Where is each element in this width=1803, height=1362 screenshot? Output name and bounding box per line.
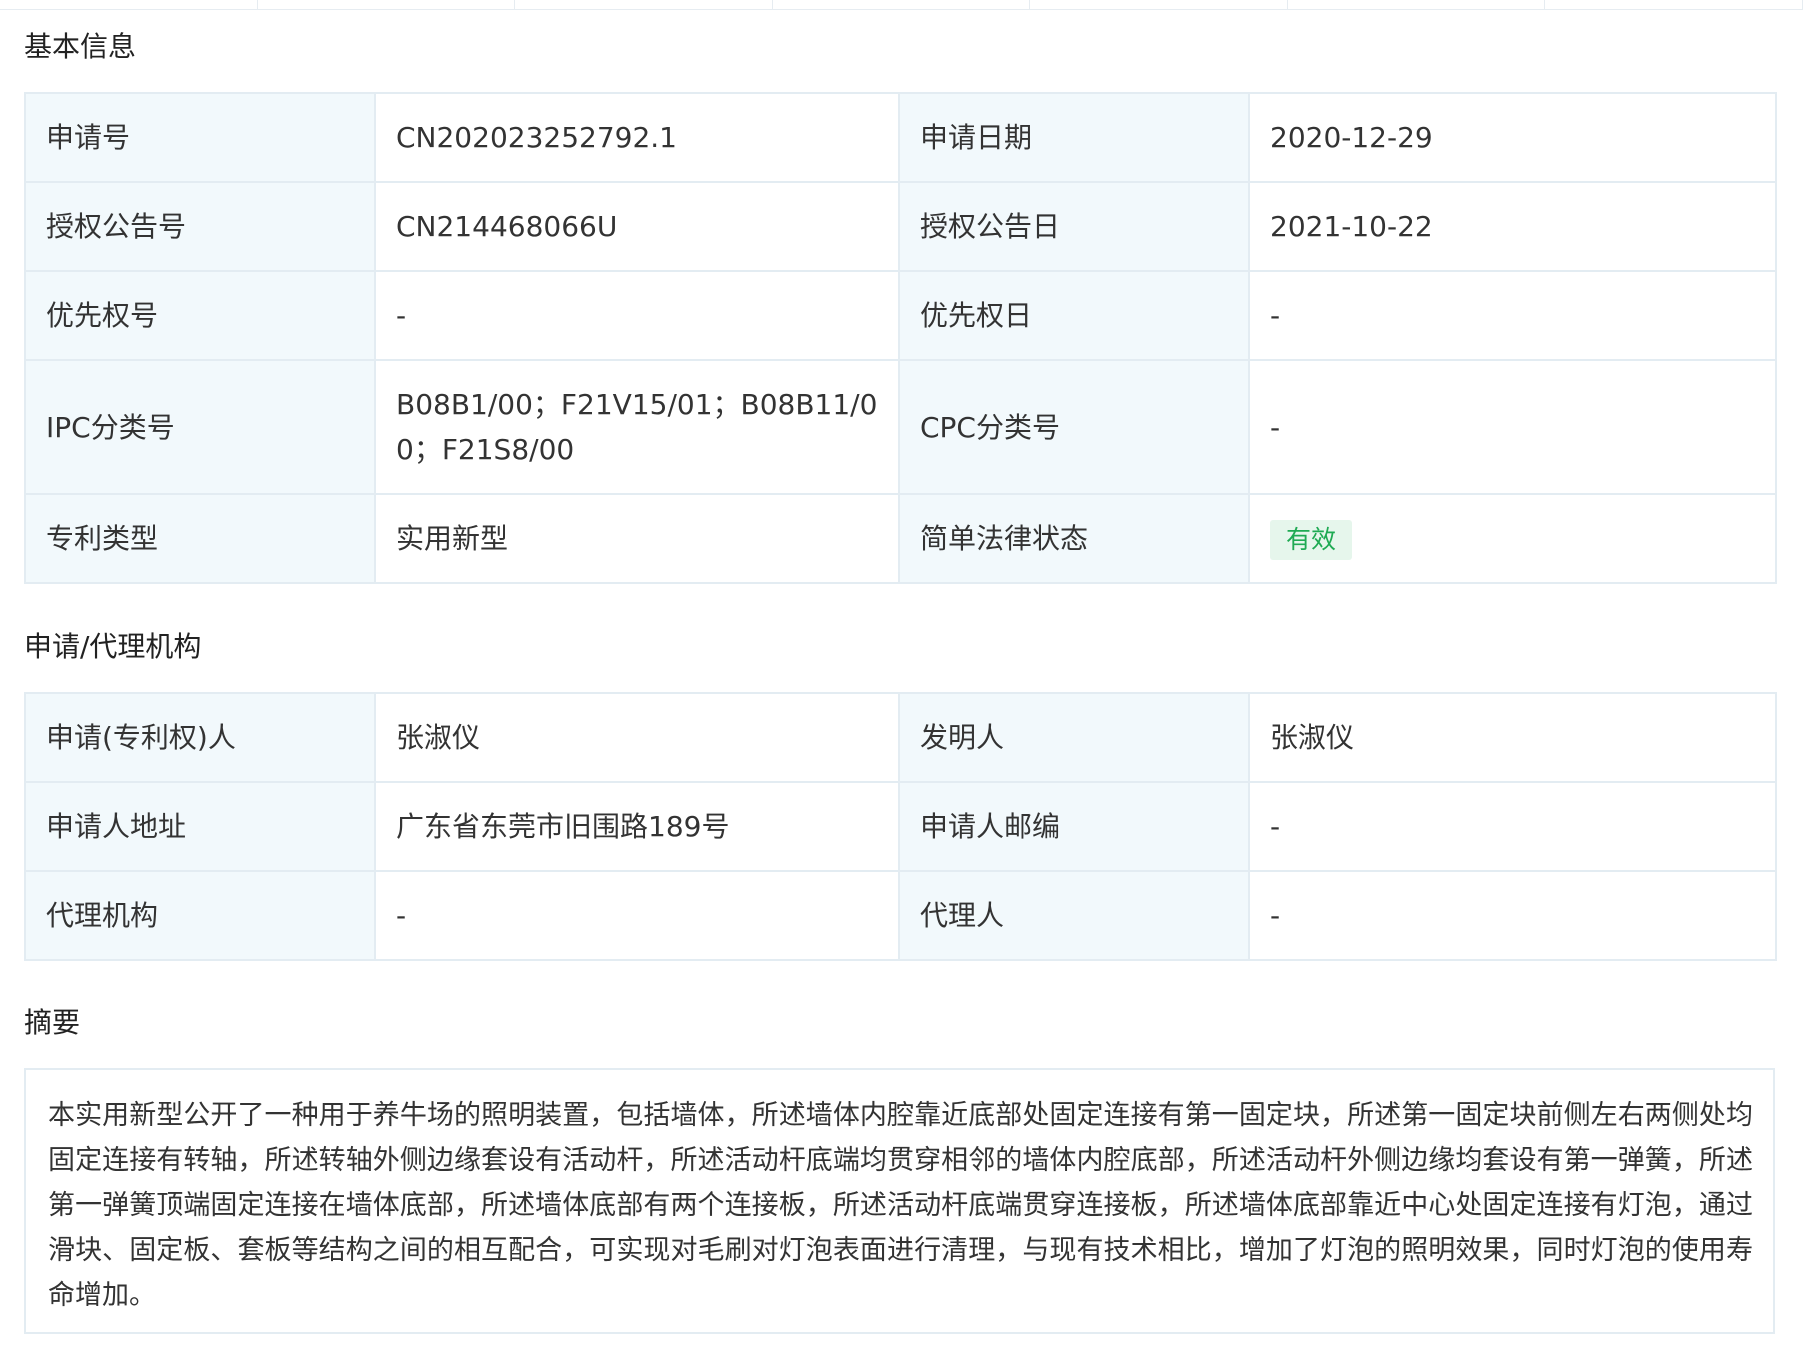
ipc-value-line: 0；F21S8/00 <box>396 433 575 466</box>
table-row: 申请号 CN202023252792.1 申请日期 2020-12-29 <box>24 92 1777 183</box>
section-title-basic-info: 基本信息 <box>24 30 137 63</box>
patent-type-value: 实用新型 <box>374 493 900 584</box>
basic-info-table: 申请号 CN202023252792.1 申请日期 2020-12-29 授权公… <box>24 92 1777 584</box>
top-tab-strip <box>0 0 1803 10</box>
application-number-value: CN202023252792.1 <box>374 92 900 183</box>
postcode-label: 申请人邮编 <box>898 781 1250 872</box>
address-value: 广东省东莞市旧围路189号 <box>374 781 900 872</box>
table-row: 申请人地址 广东省东莞市旧围路189号 申请人邮编 - <box>24 781 1777 872</box>
grant-number-label: 授权公告号 <box>24 181 376 272</box>
table-row: 专利类型 实用新型 简单法律状态 有效 <box>24 493 1777 584</box>
status-badge: 有效 <box>1270 520 1353 560</box>
table-row: 优先权号 - 优先权日 - <box>24 270 1777 361</box>
agent-value: - <box>1248 870 1777 961</box>
priority-number-value: - <box>374 270 900 361</box>
application-number-label: 申请号 <box>24 92 376 183</box>
grant-date-label: 授权公告日 <box>898 181 1250 272</box>
cpc-label: CPC分类号 <box>898 359 1250 495</box>
priority-number-label: 优先权号 <box>24 270 376 361</box>
agency-value: - <box>374 870 900 961</box>
application-date-value: 2020-12-29 <box>1248 92 1777 183</box>
postcode-value: - <box>1248 781 1777 872</box>
inventor-value: 张淑仪 <box>1248 692 1777 783</box>
grant-date-value: 2021-10-22 <box>1248 181 1777 272</box>
top-strip-cell <box>1030 0 1288 9</box>
applicant-table: 申请(专利权)人 张淑仪 发明人 张淑仪 申请人地址 广东省东莞市旧围路189号… <box>24 692 1777 961</box>
ipc-value-line: B08B1/00；F21V15/01；B08B11/0 <box>396 388 878 421</box>
address-label: 申请人地址 <box>24 781 376 872</box>
application-date-label: 申请日期 <box>898 92 1250 183</box>
applicant-value: 张淑仪 <box>374 692 900 783</box>
top-strip-cell <box>0 0 258 9</box>
applicant-label: 申请(专利权)人 <box>24 692 376 783</box>
section-title-abstract: 摘要 <box>24 1006 81 1039</box>
cpc-value: - <box>1248 359 1777 495</box>
table-row: IPC分类号 B08B1/00；F21V15/01；B08B11/0 0；F21… <box>24 359 1777 495</box>
agency-label: 代理机构 <box>24 870 376 961</box>
abstract-text: 本实用新型公开了一种用于养牛场的照明装置，包括墙体，所述墙体内腔靠近底部处固定连… <box>24 1068 1775 1334</box>
priority-date-label: 优先权日 <box>898 270 1250 361</box>
legal-status-cell: 有效 <box>1248 493 1777 584</box>
inventor-label: 发明人 <box>898 692 1250 783</box>
top-strip-cell <box>1288 0 1546 9</box>
priority-date-value: - <box>1248 270 1777 361</box>
table-row: 申请(专利权)人 张淑仪 发明人 张淑仪 <box>24 692 1777 783</box>
ipc-value: B08B1/00；F21V15/01；B08B11/0 0；F21S8/00 <box>374 359 900 495</box>
legal-status-label: 简单法律状态 <box>898 493 1250 584</box>
ipc-label: IPC分类号 <box>24 359 376 495</box>
table-row: 授权公告号 CN214468066U 授权公告日 2021-10-22 <box>24 181 1777 272</box>
top-strip-cell <box>258 0 516 9</box>
table-row: 代理机构 - 代理人 - <box>24 870 1777 961</box>
grant-number-value: CN214468066U <box>374 181 900 272</box>
top-strip-cell <box>1545 0 1803 9</box>
patent-type-label: 专利类型 <box>24 493 376 584</box>
section-title-applicant-agency: 申请/代理机构 <box>24 630 202 663</box>
top-strip-cell <box>773 0 1031 9</box>
top-strip-cell <box>515 0 773 9</box>
agent-label: 代理人 <box>898 870 1250 961</box>
